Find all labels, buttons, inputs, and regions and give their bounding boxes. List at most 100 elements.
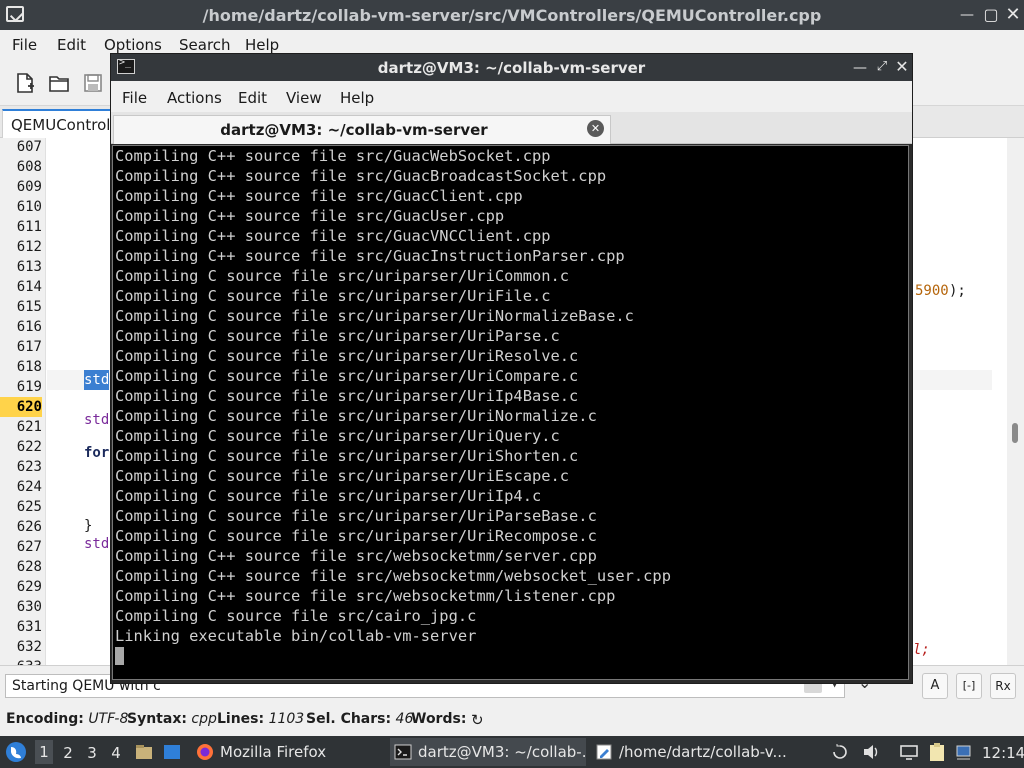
status-syntax: Syntax: cpp <box>127 711 217 727</box>
maximize-icon[interactable]: ▢ <box>982 6 1000 24</box>
workspace-2[interactable]: 2 <box>59 744 77 762</box>
save-icon[interactable] <box>82 72 104 94</box>
status-words: Words: <box>411 711 466 727</box>
line-number: 615 <box>16 299 42 315</box>
terminal-menu-actions[interactable]: Actions <box>167 89 222 107</box>
line-number: 628 <box>16 559 42 575</box>
status-words-label: Words: <box>411 711 467 727</box>
display-icon[interactable] <box>900 744 918 760</box>
status-bar: Encoding: UTF-8 Syntax: cpp Lines: 1103 … <box>0 705 1024 736</box>
task-text-editor[interactable]: /home/dartz/collab-v... <box>591 738 791 766</box>
clock[interactable]: 12:14 <box>982 744 1024 762</box>
terminal-output[interactable]: Compiling C++ source file src/GuacWebSoc… <box>112 145 909 680</box>
code-fragment: } <box>84 518 93 534</box>
regex-toggle[interactable]: [-] <box>956 673 982 699</box>
terminal-output-line: Compiling C source file src/uriparser/Ur… <box>115 367 579 385</box>
firefox-icon <box>197 744 213 760</box>
close-icon[interactable]: ✕ <box>893 58 911 76</box>
line-number: 607 <box>16 139 42 155</box>
line-number: 622 <box>16 439 42 455</box>
terminal-output-line: Compiling C++ source file src/GuacVNCCli… <box>115 227 551 245</box>
maximize-icon[interactable]: ⤢ <box>873 58 891 76</box>
terminal-menu-file[interactable]: File <box>122 89 147 107</box>
editor-titlebar: /home/dartz/collab-vm-server/src/VMContr… <box>0 0 1024 30</box>
open-folder-icon[interactable] <box>48 72 70 94</box>
status-syntax-value: cpp <box>191 711 217 727</box>
terminal-output-line: Compiling C source file src/uriparser/Ur… <box>115 287 551 305</box>
line-number: 613 <box>16 259 42 275</box>
network-icon[interactable] <box>954 742 974 762</box>
code-fragment: std <box>84 412 110 428</box>
terminal-tab[interactable]: dartz@VM3: ~/collab-vm-server ✕ <box>113 115 611 144</box>
code-fragment: l; <box>913 642 930 658</box>
show-desktop-icon[interactable] <box>162 742 182 762</box>
terminal-output-line: Compiling C source file src/uriparser/Ur… <box>115 407 597 425</box>
terminal-output-line: Compiling C source file src/uriparser/Ur… <box>115 307 634 325</box>
terminal-output-line: Compiling C++ source file src/websocketm… <box>115 587 616 605</box>
menu-help[interactable]: Help <box>245 36 279 54</box>
terminal-menu-help[interactable]: Help <box>340 89 374 107</box>
close-icon[interactable]: ✕ <box>1004 6 1022 24</box>
minimize-icon[interactable]: — <box>958 6 976 24</box>
status-lines-label: Lines: <box>217 711 265 727</box>
menu-search[interactable]: Search <box>179 36 231 54</box>
line-number: 616 <box>16 319 42 335</box>
workspace-4[interactable]: 4 <box>107 744 125 762</box>
clipboard-icon[interactable] <box>928 742 946 762</box>
editor-scrollbar[interactable] <box>1007 138 1024 665</box>
terminal-output-line: Compiling C source file src/uriparser/Ur… <box>115 347 579 365</box>
task-label: dartz@VM3: ~/collab-... <box>418 743 586 761</box>
line-number: 625 <box>16 499 42 515</box>
replace-toggle[interactable]: Rx <box>990 673 1016 699</box>
terminal-output-line: Compiling C++ source file src/GuacClient… <box>115 187 523 205</box>
minimize-icon[interactable]: — <box>851 59 869 77</box>
line-number: 633 <box>0 657 42 665</box>
line-number: 611 <box>16 219 42 235</box>
tab-close-icon[interactable]: ✕ <box>587 120 604 137</box>
line-number: 627 <box>16 539 42 555</box>
terminal-cursor <box>115 647 124 665</box>
terminal-output-line: Compiling C source file src/uriparser/Ur… <box>115 447 579 465</box>
terminal-output-line: Compiling C++ source file src/websocketm… <box>115 567 671 585</box>
text-editor-icon <box>596 744 612 760</box>
terminal-menu-view[interactable]: View <box>286 89 322 107</box>
menu-file[interactable]: File <box>12 36 37 54</box>
terminal-window: dartz@VM3: ~/collab-vm-server — ⤢ ✕ File… <box>110 53 913 684</box>
status-syntax-label: Syntax: <box>127 711 187 727</box>
line-number: 617 <box>16 339 42 355</box>
line-number: 632 <box>16 639 42 655</box>
terminal-output-line: Compiling C++ source file src/GuacUser.c… <box>115 207 505 225</box>
line-number: 614 <box>16 279 42 295</box>
refresh-icon[interactable]: ↻ <box>471 711 484 729</box>
status-encoding-value: UTF-8 <box>88 711 129 727</box>
scrollbar-thumb[interactable] <box>1012 423 1018 443</box>
volume-icon[interactable] <box>862 744 880 760</box>
terminal-window-title: dartz@VM3: ~/collab-vm-server <box>377 59 646 77</box>
new-file-icon[interactable] <box>14 72 36 94</box>
line-number: 623 <box>16 459 42 475</box>
terminal-output-line: Compiling C++ source file src/GuacBroadc… <box>115 167 607 185</box>
taskbar: 1 2 3 4 Mozilla Firefox dartz@VM3: ~/col… <box>0 736 1024 768</box>
terminal-menubar: File Actions Edit View Help <box>111 81 912 112</box>
terminal-menu-edit[interactable]: Edit <box>238 89 267 107</box>
code-fragment: 5900 <box>915 283 949 299</box>
line-number: 608 <box>16 159 42 175</box>
workspace-1[interactable]: 1 <box>35 740 53 764</box>
app-menu-icon[interactable] <box>4 741 28 763</box>
line-number: 631 <box>16 619 42 635</box>
terminal-titlebar: dartz@VM3: ~/collab-vm-server — ⤢ ✕ <box>111 54 912 81</box>
screen-capture-icon[interactable] <box>832 744 848 760</box>
terminal-output-line: Compiling C source file src/uriparser/Ur… <box>115 467 570 485</box>
terminal-output-line: Compiling C source file src/uriparser/Ur… <box>115 387 579 405</box>
status-lines: Lines: 1103 <box>217 711 304 727</box>
terminal-output-line: Compiling C source file src/uriparser/Ur… <box>115 487 542 505</box>
menu-edit[interactable]: Edit <box>57 36 86 54</box>
workspace-3[interactable]: 3 <box>83 744 101 762</box>
line-number: 629 <box>16 579 42 595</box>
terminal-output-line: Compiling C source file src/uriparser/Ur… <box>115 327 560 345</box>
task-terminal[interactable]: dartz@VM3: ~/collab-... <box>390 738 586 766</box>
menu-options[interactable]: Options <box>104 36 162 54</box>
task-firefox[interactable]: Mozilla Firefox <box>192 738 382 766</box>
match-case-toggle[interactable]: A <box>922 673 948 699</box>
file-manager-icon[interactable] <box>134 742 154 762</box>
